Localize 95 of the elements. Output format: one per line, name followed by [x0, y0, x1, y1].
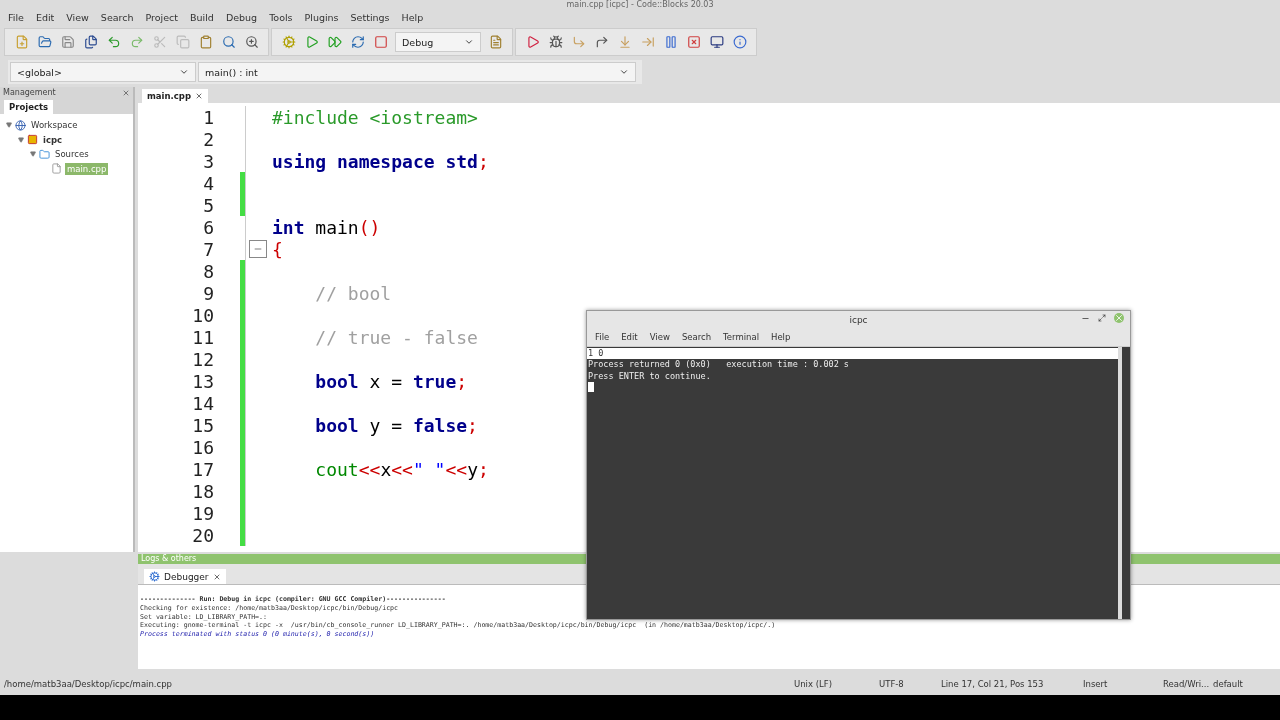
project-icon	[27, 134, 38, 146]
refresh-icon[interactable]	[349, 33, 366, 51]
line-number: 1	[202, 106, 214, 128]
file-path: /home/matb3aa/Desktop/icpc/main.cpp	[4, 679, 174, 689]
code-line: using namespace std;	[271, 150, 489, 172]
menu-item[interactable]: View	[60, 11, 95, 23]
panel-tab[interactable]: Projects	[4, 100, 54, 114]
close-icon[interactable]	[212, 572, 221, 581]
line-number: 12	[191, 348, 214, 370]
line-number: 17	[191, 458, 214, 480]
tree-item[interactable]: Sources	[53, 148, 91, 161]
line-number: 4	[202, 172, 214, 194]
window-title: icpc	[849, 314, 868, 325]
line-ending: Unix (LF)	[794, 679, 833, 689]
line-number: 20	[191, 524, 214, 546]
line-number: 6	[202, 216, 214, 238]
menu-item[interactable]: File	[589, 332, 616, 342]
gear-icon[interactable]	[280, 33, 297, 51]
menu-item[interactable]: Settings	[344, 11, 396, 23]
stop-icon[interactable]	[372, 33, 389, 51]
close-icon[interactable]	[122, 88, 130, 97]
caret-icon[interactable]	[179, 67, 189, 77]
caret-icon[interactable]	[464, 37, 474, 47]
caret-icon[interactable]	[619, 67, 629, 77]
line-number: 3	[202, 150, 214, 172]
line-number: 19	[191, 502, 214, 524]
line-number: 5	[202, 194, 214, 216]
search-icon[interactable]	[220, 33, 237, 51]
code-line: bool y = false;	[314, 414, 478, 436]
terminal-line: Press ENTER to continue.	[587, 370, 712, 382]
folder-icon	[39, 148, 50, 160]
log-tab[interactable]: Debugger	[144, 569, 226, 584]
access-mode: Read/Wri...	[1163, 679, 1211, 689]
line-number: 13	[191, 370, 214, 392]
text-cursor	[588, 381, 594, 392]
line-number: 15	[191, 414, 214, 436]
window-icon[interactable]	[708, 33, 725, 51]
menu-item[interactable]: Debug	[219, 11, 264, 23]
fold-icon[interactable]	[249, 240, 267, 258]
cursor-position: Line 17, Col 21, Pos 153	[941, 679, 1045, 689]
menu-item[interactable]: Terminal	[717, 332, 765, 342]
line-number: 10	[191, 304, 214, 326]
zoom-icon[interactable]	[243, 33, 260, 51]
edit-mode: Insert	[1083, 679, 1109, 689]
code-line: // true - false	[314, 326, 478, 348]
build-target-dropdown[interactable]: Debug	[395, 32, 481, 52]
menu-item[interactable]: Build	[184, 11, 220, 23]
menu-item[interactable]: Help	[395, 11, 430, 23]
code-line: bool x = true;	[314, 370, 468, 392]
symbol-dropdown[interactable]: main() : int	[198, 62, 636, 82]
info-icon[interactable]	[731, 33, 748, 51]
stop-icon[interactable]	[685, 33, 702, 51]
menu-item[interactable]: Plugins	[298, 11, 345, 23]
maximize-icon[interactable]	[1098, 314, 1106, 322]
encoding: UTF-8	[879, 679, 905, 689]
expand-arrow-icon[interactable]	[18, 136, 24, 143]
menu-item[interactable]: Edit	[29, 11, 61, 23]
code-line: cout<<x<<" "<<y;	[314, 458, 489, 480]
line-number: 11	[191, 326, 214, 348]
line-number: 14	[191, 392, 214, 414]
menu-item[interactable]: View	[643, 332, 676, 342]
line-number: 8	[202, 260, 214, 282]
save-icon[interactable]	[59, 33, 76, 51]
bug-icon[interactable]	[547, 33, 564, 51]
line-number: 2	[202, 128, 214, 150]
tree-item[interactable]: icpc	[41, 133, 65, 146]
menu-item[interactable]: Search	[675, 332, 718, 342]
tree-item[interactable]: Workspace	[29, 119, 80, 132]
line-number: 7	[202, 238, 214, 260]
menu-item[interactable]: Project	[139, 11, 184, 23]
code-line: {	[271, 238, 283, 260]
code-line: // bool	[314, 282, 392, 304]
file-icon	[51, 163, 62, 175]
menu-item[interactable]: Search	[94, 11, 140, 23]
expand-arrow-icon[interactable]	[30, 151, 36, 158]
menu-item[interactable]: Help	[765, 332, 797, 342]
globe-icon	[15, 119, 26, 131]
save-all-icon[interactable]	[82, 33, 99, 51]
editor-tab[interactable]: main.cpp	[142, 89, 208, 103]
window-title: main.cpp [icpc] - Code::Blocks 20.03	[565, 0, 715, 9]
code-line: #include <iostream>	[271, 106, 478, 128]
expand-arrow-icon[interactable]	[6, 122, 12, 129]
gear-icon	[149, 571, 160, 582]
terminal-line: Process returned 0 (0x0) execution time : 0.002 s	[587, 359, 850, 371]
menu-item[interactable]: Edit	[615, 332, 644, 342]
menu-item[interactable]: File	[2, 11, 30, 23]
scope-dropdown[interactable]: <global>	[10, 62, 196, 82]
panel-title: Management	[3, 88, 56, 97]
line-number: 9	[202, 282, 214, 304]
theme-name: default	[1213, 679, 1243, 689]
line-number: 18	[191, 480, 214, 502]
line-number: 16	[191, 436, 214, 458]
menu-item[interactable]: Tools	[263, 11, 299, 23]
code-line: int main()	[271, 216, 381, 238]
close-icon[interactable]	[195, 92, 203, 100]
